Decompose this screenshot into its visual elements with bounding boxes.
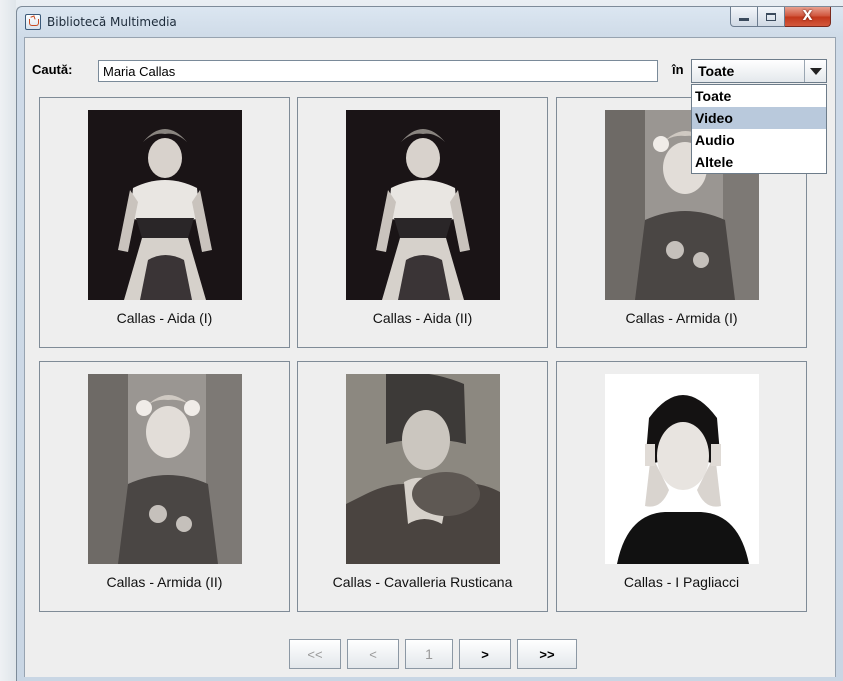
desktop-edge bbox=[0, 0, 16, 681]
media-card[interactable]: Callas - I Pagliacci bbox=[556, 361, 807, 612]
dropdown-option-altele[interactable]: Altele bbox=[692, 151, 826, 173]
next-page-button[interactable]: > bbox=[459, 639, 511, 669]
pagliacci-photo bbox=[604, 374, 759, 564]
media-caption: Callas - Armida (II) bbox=[106, 574, 223, 590]
last-page-button[interactable]: >> bbox=[517, 639, 577, 669]
close-button[interactable]: X bbox=[785, 7, 831, 27]
window-controls: X bbox=[730, 7, 831, 29]
current-page: 1 bbox=[405, 639, 453, 669]
minimize-button[interactable] bbox=[730, 7, 758, 27]
armida-photo-2 bbox=[87, 374, 242, 564]
media-caption: Callas - I Pagliacci bbox=[623, 574, 740, 590]
dropdown-option-video[interactable]: Video bbox=[692, 107, 826, 129]
category-dropdown-button[interactable] bbox=[804, 60, 826, 82]
aida-photo-1 bbox=[87, 110, 242, 300]
close-icon: X bbox=[802, 9, 813, 24]
main-panel: Caută: în Toate Toate Video Audio Altele bbox=[24, 37, 836, 677]
window-title: Bibliotecă Multimedia bbox=[47, 15, 177, 29]
results-grid: Callas - Aida (I) Callas - Aida (II) Cal… bbox=[39, 97, 820, 625]
maximize-icon bbox=[766, 12, 776, 21]
media-card[interactable]: Callas - Cavalleria Rusticana bbox=[297, 361, 548, 612]
media-card[interactable]: Callas - Aida (I) bbox=[39, 97, 290, 348]
dropdown-option-toate[interactable]: Toate bbox=[692, 85, 826, 107]
title-bar[interactable]: Bibliotecă Multimedia X bbox=[17, 7, 843, 37]
pagination: << < 1 > >> bbox=[289, 639, 577, 670]
search-label: Caută: bbox=[32, 62, 73, 77]
java-cup-icon bbox=[25, 14, 41, 30]
media-caption: Callas - Aida (II) bbox=[372, 310, 473, 326]
media-card[interactable]: Callas - Armida (II) bbox=[39, 361, 290, 612]
category-dropdown-list: Toate Video Audio Altele bbox=[691, 84, 827, 174]
maximize-button[interactable] bbox=[758, 7, 785, 27]
prev-page-button[interactable]: < bbox=[347, 639, 399, 669]
search-input[interactable] bbox=[98, 60, 658, 82]
dropdown-option-audio[interactable]: Audio bbox=[692, 129, 826, 151]
cavalleria-photo bbox=[345, 374, 500, 564]
minimize-icon bbox=[739, 18, 749, 21]
media-caption: Callas - Aida (I) bbox=[116, 310, 213, 326]
category-selected-value: Toate bbox=[698, 63, 735, 79]
category-label: în bbox=[672, 62, 684, 77]
media-caption: Callas - Cavalleria Rusticana bbox=[332, 574, 513, 590]
media-card[interactable]: Callas - Aida (II) bbox=[297, 97, 548, 348]
chevron-down-icon bbox=[809, 67, 822, 75]
category-select[interactable]: Toate bbox=[691, 59, 827, 83]
app-window: Bibliotecă Multimedia X Caută: în Toate … bbox=[16, 6, 843, 681]
media-caption: Callas - Armida (I) bbox=[625, 310, 738, 326]
first-page-button[interactable]: << bbox=[289, 639, 341, 669]
aida-photo-2 bbox=[345, 110, 500, 300]
